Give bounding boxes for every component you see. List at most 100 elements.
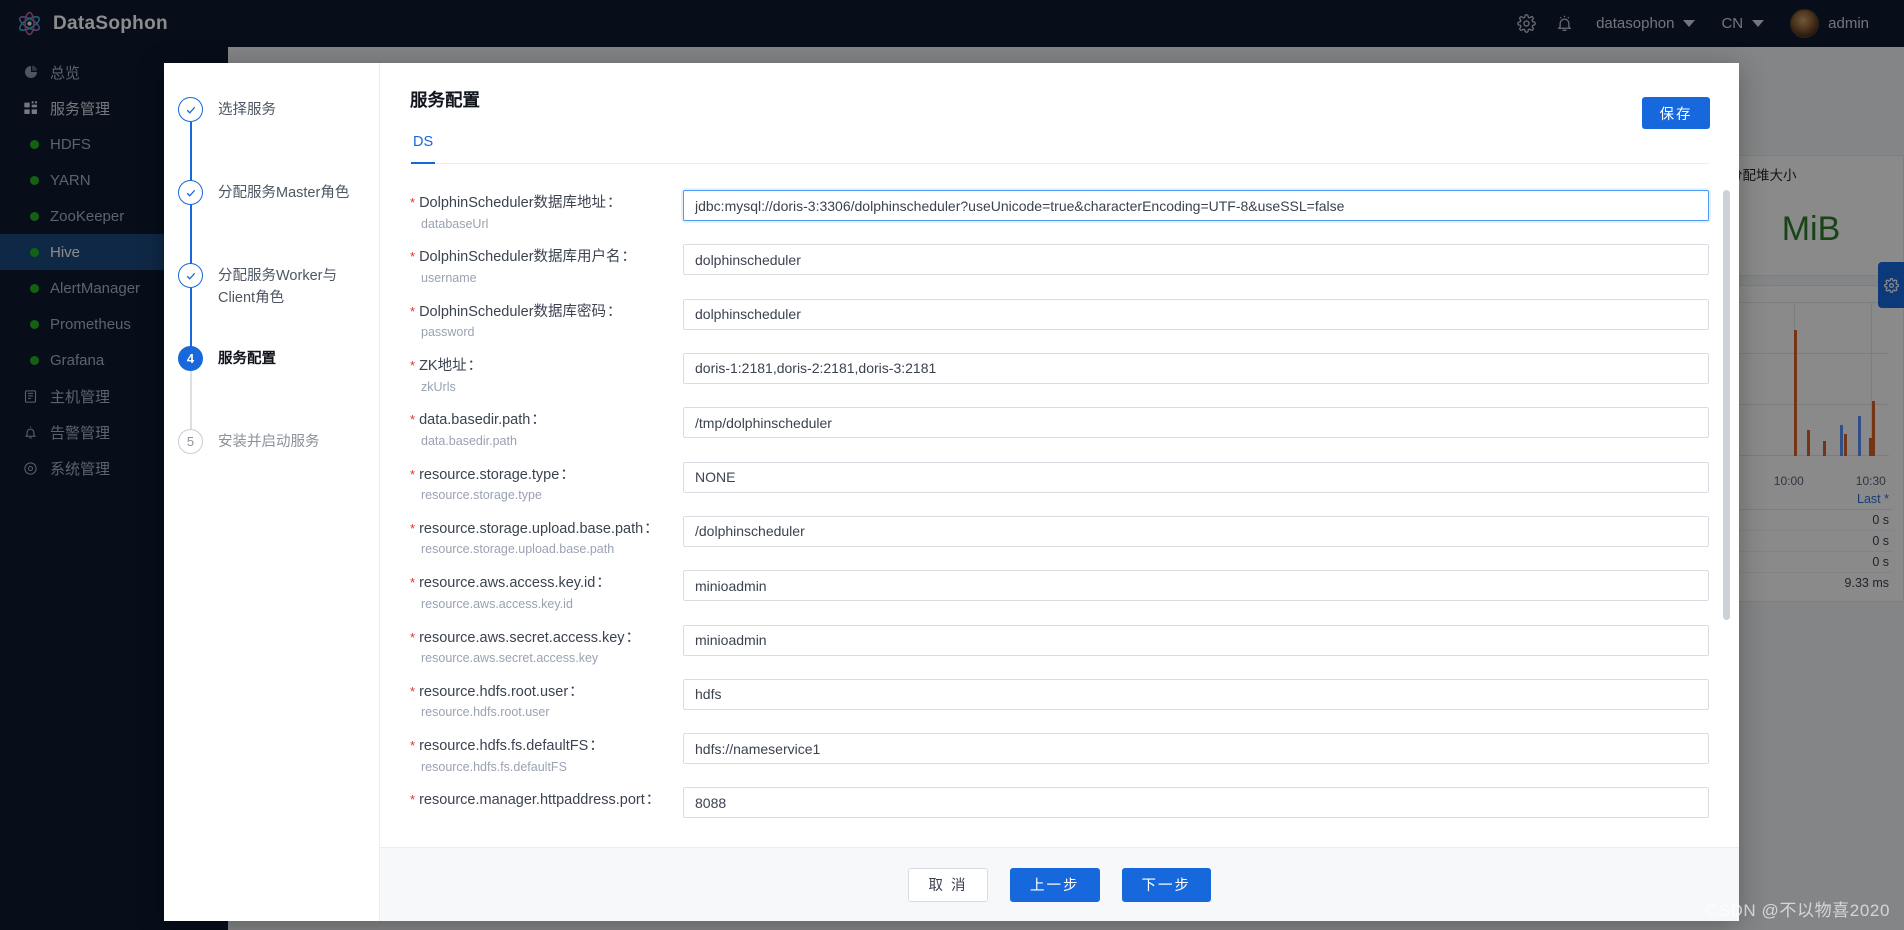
next-step-button[interactable]: 下一步: [1121, 867, 1211, 902]
form-row-zkUrls: * ZK地址： zkUrls: [410, 352, 1709, 398]
input-databaseUrl[interactable]: [683, 190, 1709, 221]
form-row-resource-hdfs-root-user: * resource.hdfs.root.user： resource.hdfs.…: [410, 678, 1709, 724]
step-check-icon: [178, 97, 203, 122]
field-label-group: * resource.hdfs.root.user： resource.hdfs.…: [410, 679, 683, 724]
step-marker: [178, 97, 205, 181]
step-service-config[interactable]: 4 服务配置: [178, 346, 379, 430]
input-zkUrls[interactable]: [683, 352, 1709, 384]
required-asterisk: *: [410, 249, 416, 265]
required-asterisk: *: [410, 520, 416, 536]
required-asterisk: *: [410, 629, 416, 645]
form-row-resource-aws-access-key-id: * resource.aws.access.key.id： resource.aw…: [410, 570, 1709, 615]
input-resource-hdfs-fs-defaultfs[interactable]: [683, 733, 1709, 765]
field-label-group: * data.basedir.path： data.basedir.path: [410, 407, 683, 452]
field-label-group: * ZK地址： zkUrls: [410, 353, 683, 398]
field-label: * data.basedir.path：: [410, 412, 546, 429]
page-title: 服务配置: [410, 90, 480, 110]
config-panel: 服务配置 保存 DS * DolphinScheduler数据库地址： datab…: [379, 63, 1739, 921]
field-label-group: * resource.storage.upload.base.path： reso…: [410, 516, 683, 561]
field-label-group: * resource.storage.type： resource.storage…: [410, 462, 683, 507]
field-key: resource.aws.access.key.id: [421, 596, 573, 611]
field-key: databaseUrl: [421, 216, 489, 231]
step-label: 安装并启动服务: [218, 434, 320, 450]
field-key: resource.hdfs.fs.defaultFS: [421, 759, 567, 774]
step-connector: [190, 288, 192, 347]
field-key: password: [421, 325, 475, 340]
required-asterisk: *: [410, 357, 416, 373]
required-asterisk: *: [410, 792, 416, 808]
field-label: * resource.aws.access.key.id：: [410, 575, 611, 592]
required-asterisk: *: [410, 412, 416, 428]
step-connector: [190, 371, 192, 430]
input-password[interactable]: [683, 298, 1709, 330]
form-row-resource-hdfs-fs-defaultfs: * resource.hdfs.fs.defaultFS： resource.hd…: [410, 733, 1709, 778]
form-row-resource-storage-upload-base-path: * resource.storage.upload.base.path： reso…: [410, 515, 1709, 561]
watermark: CSDN @不以物喜2020: [1705, 901, 1890, 920]
form-row-databaseUrl: * DolphinScheduler数据库地址： databaseUrl: [410, 190, 1709, 235]
form-row-username: * DolphinScheduler数据库用户名： username: [410, 244, 1709, 289]
required-asterisk: *: [410, 738, 416, 754]
input-username[interactable]: [683, 244, 1709, 276]
field-key: resource.aws.secret.access.key: [421, 651, 599, 666]
step-assign-worker-client-role[interactable]: 分配服务Worker与Client角色: [178, 263, 379, 347]
panel-header: 服务配置 保存 DS: [380, 63, 1739, 164]
previous-step-button[interactable]: 上一步: [1010, 867, 1100, 902]
input-data-basedir-path[interactable]: [683, 407, 1709, 439]
input-resource-aws-access-key-id[interactable]: [683, 570, 1709, 602]
required-asterisk: *: [410, 195, 416, 210]
field-label: * resource.storage.upload.base.path：: [410, 520, 659, 537]
tab-ds[interactable]: DS: [411, 130, 436, 164]
field-label: * DolphinScheduler数据库密码：: [410, 303, 622, 320]
config-tabs: DS: [410, 130, 1709, 164]
step-install-and-start[interactable]: 5 安装并启动服务: [178, 429, 379, 469]
field-label: * DolphinScheduler数据库用户名：: [410, 249, 637, 266]
step-label: 分配服务Worker与Client角色: [218, 268, 337, 307]
step-check-icon: [178, 263, 203, 288]
wizard-footer: 取 消 上一步 下一步: [380, 847, 1739, 921]
app-root: 服务管理 / HIVE 分配堆大小 MiB: [0, 0, 1904, 930]
save-button[interactable]: 保存: [1642, 97, 1710, 129]
input-resource-storage-type[interactable]: [683, 461, 1709, 493]
field-label-group: * DolphinScheduler数据库地址： databaseUrl: [410, 190, 683, 235]
form-row-resource-manager-httpaddress-port: * resource.manager.httpaddress.port：: [410, 787, 1709, 819]
input-resource-aws-secret-access-key[interactable]: [683, 624, 1709, 656]
field-key: resource.storage.upload.base.path: [421, 542, 615, 557]
field-key: username: [421, 270, 477, 285]
field-label-group: * resource.aws.secret.access.key： resourc…: [410, 625, 683, 670]
input-resource-storage-upload-base-path[interactable]: [683, 515, 1709, 547]
required-asterisk: *: [410, 683, 416, 699]
field-key: resource.hdfs.root.user: [421, 705, 550, 720]
step-label: 分配服务Master角色: [218, 185, 350, 201]
required-asterisk: *: [410, 466, 416, 482]
field-label: * DolphinScheduler数据库地址：: [410, 195, 622, 211]
field-label-group: * DolphinScheduler数据库密码： password: [410, 299, 683, 344]
form-row-data-basedir-path: * data.basedir.path： data.basedir.path: [410, 407, 1709, 452]
step-assign-master-role[interactable]: 分配服务Master角色: [178, 180, 379, 264]
cancel-button[interactable]: 取 消: [908, 867, 988, 902]
form-row-password: * DolphinScheduler数据库密码： password: [410, 298, 1709, 344]
step-marker: 4: [178, 346, 205, 430]
wizard-stepper: 选择服务 分配服务Master角色 分配服务Worker与Client角色 4 …: [164, 63, 379, 921]
field-label: * resource.storage.type：: [410, 466, 575, 483]
required-asterisk: *: [410, 575, 416, 591]
step-check-icon: [178, 180, 203, 205]
field-key: resource.storage.type: [421, 488, 542, 503]
field-label: * resource.hdfs.fs.defaultFS：: [410, 738, 604, 755]
input-resource-hdfs-root-user[interactable]: [683, 678, 1709, 710]
field-key: data.basedir.path: [421, 433, 517, 448]
field-label-group: * resource.hdfs.fs.defaultFS： resource.hd…: [410, 733, 683, 778]
step-marker: [178, 263, 205, 347]
config-form: *DolphinScheduler数据库地址： databaseUrl *Dol…: [380, 164, 1739, 847]
field-label-group: * DolphinScheduler数据库用户名： username: [410, 244, 683, 289]
input-resource-manager-httpaddress-port[interactable]: [683, 787, 1709, 819]
scrollbar-thumb[interactable]: [1723, 190, 1730, 620]
form-row-resource-storage-type: * resource.storage.type： resource.storage…: [410, 461, 1709, 507]
form-scrollbar[interactable]: [1723, 190, 1730, 796]
field-label-group: * resource.manager.httpaddress.port：: [410, 787, 683, 811]
field-label-group: * resource.aws.access.key.id： resource.aw…: [410, 570, 683, 615]
form-row-resource-aws-secret-access-key: * resource.aws.secret.access.key： resourc…: [410, 624, 1709, 670]
step-number: 5: [178, 429, 203, 454]
step-select-service[interactable]: 选择服务: [178, 97, 379, 181]
step-label: 服务配置: [218, 351, 276, 367]
service-config-wizard-modal: 选择服务 分配服务Master角色 分配服务Worker与Client角色 4 …: [164, 63, 1739, 921]
